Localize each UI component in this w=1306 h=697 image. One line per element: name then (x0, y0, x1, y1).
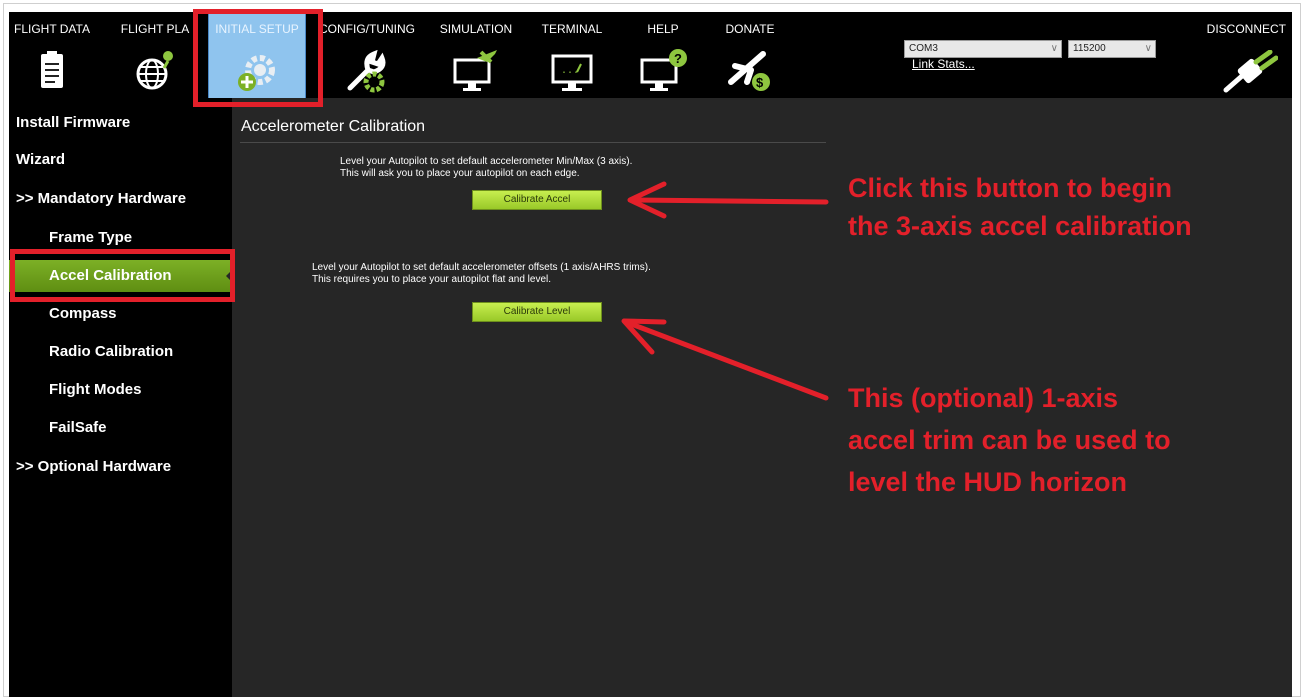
annotation-level-line-3: level the HUD horizon (848, 467, 1128, 497)
annotation-level-line-2: accel trim can be used to (848, 425, 1171, 455)
annotation-accel-line-2: the 3-axis accel calibration (848, 211, 1192, 241)
annotation-level-line-1: This (optional) 1-axis (848, 383, 1119, 413)
annotation-accel-line-1: Click this button to begin (848, 173, 1172, 203)
annotation-arrows (621, 181, 829, 401)
arrow-to-calibrate-level (623, 319, 829, 401)
arrow-to-calibrate-accel (629, 197, 829, 205)
